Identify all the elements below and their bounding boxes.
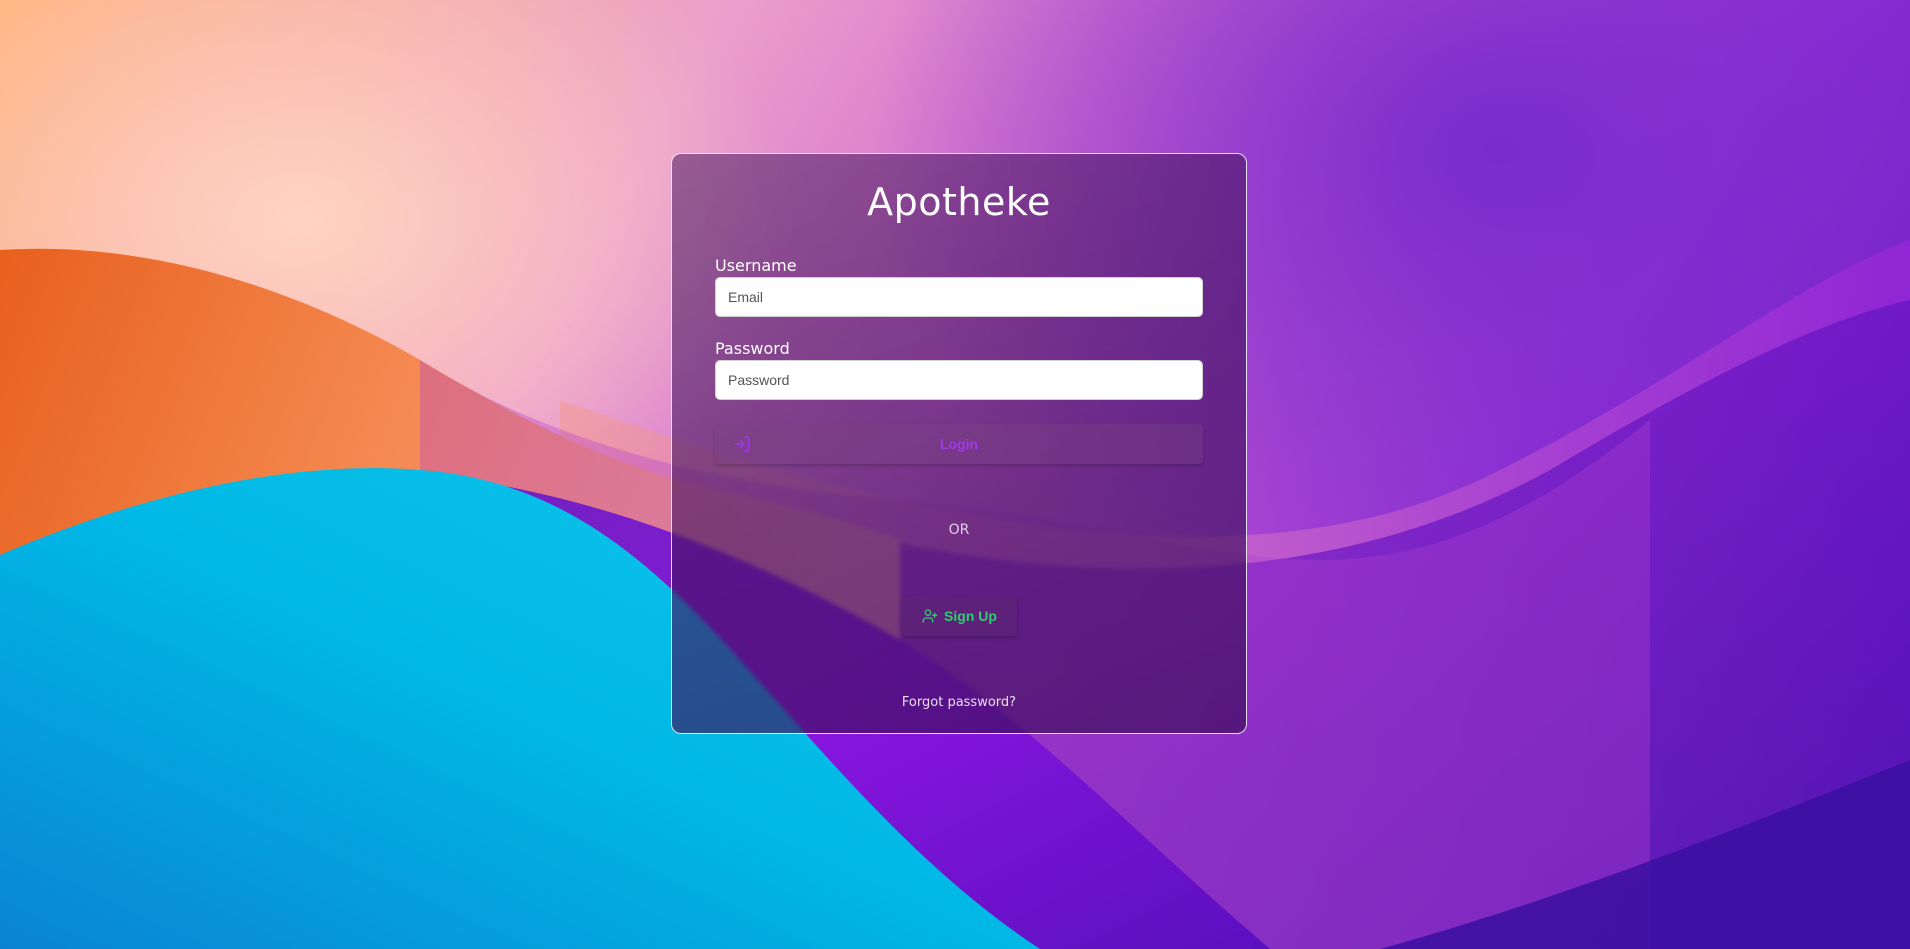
login-button[interactable]: Login	[715, 424, 1203, 464]
login-button-label: Login	[939, 436, 979, 452]
signup-button-label: Sign Up	[944, 608, 997, 624]
login-page: Apotheke Username Password Login OR Sign…	[0, 0, 1910, 949]
username-input[interactable]	[715, 277, 1203, 317]
or-divider: OR	[948, 522, 970, 538]
login-arrow-icon	[734, 436, 750, 452]
signup-button[interactable]: Sign Up	[902, 596, 1017, 636]
username-label: Username	[715, 256, 797, 275]
app-title: Apotheke	[867, 180, 1051, 224]
login-card: Apotheke Username Password Login OR Sign…	[671, 153, 1247, 734]
password-input[interactable]	[715, 360, 1203, 400]
password-label: Password	[715, 339, 790, 358]
user-plus-icon	[922, 609, 938, 623]
forgot-password-link[interactable]: Forgot password?	[672, 695, 1246, 710]
